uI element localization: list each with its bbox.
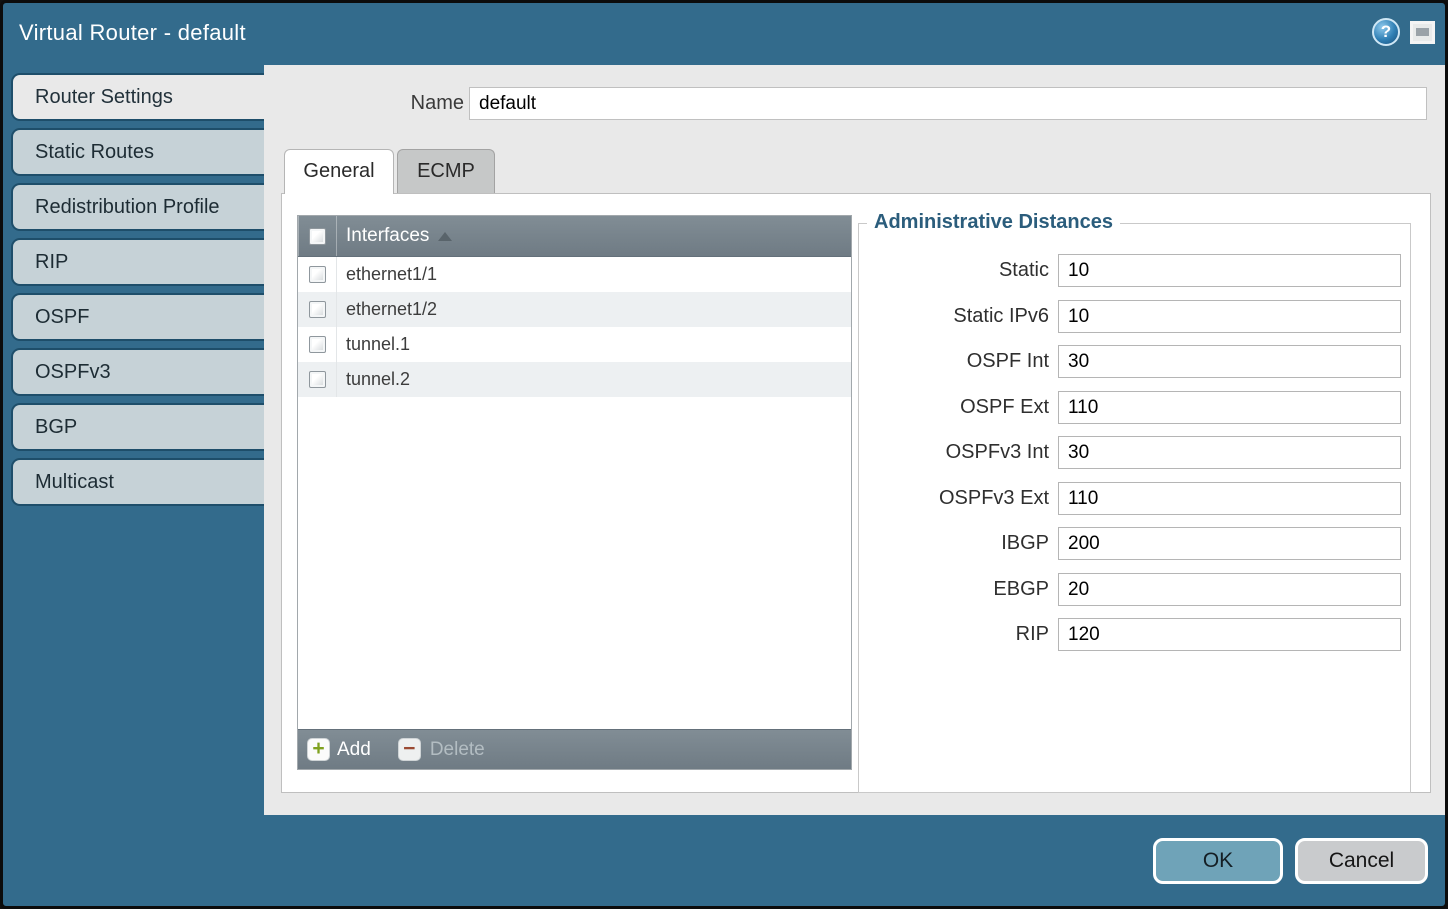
add-button[interactable]: Add xyxy=(337,739,371,761)
row-checkbox[interactable] xyxy=(309,336,326,353)
table-row[interactable]: ethernet1/1 xyxy=(298,257,851,292)
dialog-title: Virtual Router - default xyxy=(19,3,246,63)
interface-name: ethernet1/1 xyxy=(337,264,437,285)
interfaces-header-label: Interfaces xyxy=(337,225,452,247)
ospf-ext-label: OSPF Ext xyxy=(859,391,1049,424)
table-row[interactable]: tunnel.1 xyxy=(298,327,851,362)
field-row: RIP xyxy=(859,618,1410,651)
ospfv3-int-label: OSPFv3 Int xyxy=(859,436,1049,469)
ibgp-label: IBGP xyxy=(859,527,1049,560)
field-row: EBGP xyxy=(859,573,1410,606)
interfaces-column-header[interactable]: Interfaces xyxy=(298,216,851,257)
row-checkbox[interactable] xyxy=(309,371,326,388)
select-all-cell xyxy=(298,216,337,256)
table-row[interactable]: tunnel.2 xyxy=(298,362,851,397)
name-input[interactable] xyxy=(469,87,1427,120)
static-label: Static xyxy=(859,254,1049,287)
sort-ascending-icon xyxy=(438,232,452,241)
interface-name: ethernet1/2 xyxy=(337,299,437,320)
window-restore-icon[interactable] xyxy=(1410,21,1435,44)
field-row: OSPFv3 Int xyxy=(859,436,1410,469)
sidebar-item-router-settings[interactable]: Router Settings xyxy=(11,73,266,121)
static-input[interactable] xyxy=(1058,254,1401,287)
ebgp-label: EBGP xyxy=(859,573,1049,606)
sidebar-item-bgp[interactable]: BGP xyxy=(11,403,266,451)
field-row: OSPFv3 Ext xyxy=(859,482,1410,515)
field-row: OSPF Int xyxy=(859,345,1410,378)
tab-general[interactable]: General xyxy=(284,149,394,194)
row-checkbox[interactable] xyxy=(309,266,326,283)
field-row: IBGP xyxy=(859,527,1410,560)
interface-name: tunnel.2 xyxy=(337,369,410,390)
ospf-ext-input[interactable] xyxy=(1058,391,1401,424)
cancel-button[interactable]: Cancel xyxy=(1295,838,1428,884)
help-icon[interactable]: ? xyxy=(1372,18,1400,46)
ospfv3-int-input[interactable] xyxy=(1058,436,1401,469)
delete-button[interactable]: Delete xyxy=(430,739,485,761)
ospfv3-ext-input[interactable] xyxy=(1058,482,1401,515)
ebgp-input[interactable] xyxy=(1058,573,1401,606)
static-ipv6-label: Static IPv6 xyxy=(859,300,1049,333)
name-label: Name xyxy=(379,87,464,120)
field-row: Static IPv6 xyxy=(859,300,1410,333)
ospfv3-ext-label: OSPFv3 Ext xyxy=(859,482,1049,515)
static-ipv6-input[interactable] xyxy=(1058,300,1401,333)
column-title: Interfaces xyxy=(346,225,429,247)
row-checkbox[interactable] xyxy=(309,301,326,318)
add-icon[interactable]: + xyxy=(307,738,330,761)
title-bar: Virtual Router - default ? xyxy=(3,3,1445,65)
sidebar-item-multicast[interactable]: Multicast xyxy=(11,458,266,506)
interface-name: tunnel.1 xyxy=(337,334,410,355)
interfaces-grid: Interfaces ethernet1/1 ethernet1/2 xyxy=(297,215,852,770)
sidebar-item-redistribution-profile[interactable]: Redistribution Profile xyxy=(11,183,266,231)
sidebar-item-ospf[interactable]: OSPF xyxy=(11,293,266,341)
tab-ecmp[interactable]: ECMP xyxy=(397,149,495,193)
delete-icon[interactable]: − xyxy=(398,738,421,761)
administrative-distances-fieldset: Administrative Distances Static Static I… xyxy=(858,223,1411,793)
ospf-int-input[interactable] xyxy=(1058,345,1401,378)
ospf-int-label: OSPF Int xyxy=(859,345,1049,378)
rip-input[interactable] xyxy=(1058,618,1401,651)
field-row: Static xyxy=(859,254,1410,287)
rip-label: RIP xyxy=(859,618,1049,651)
sidebar-item-static-routes[interactable]: Static Routes xyxy=(11,128,266,176)
general-tab-panel: Interfaces ethernet1/1 ethernet1/2 xyxy=(281,193,1431,793)
sidebar: Router Settings Static Routes Redistribu… xyxy=(11,73,266,513)
grid-toolbar: + Add − Delete xyxy=(298,729,851,769)
table-row[interactable]: ethernet1/2 xyxy=(298,292,851,327)
sidebar-item-ospfv3[interactable]: OSPFv3 xyxy=(11,348,266,396)
field-row: OSPF Ext xyxy=(859,391,1410,424)
ibgp-input[interactable] xyxy=(1058,527,1401,560)
content-panel: Name General ECMP Interfaces xyxy=(264,65,1445,815)
sidebar-item-rip[interactable]: RIP xyxy=(11,238,266,286)
virtual-router-dialog: Virtual Router - default ? Name General … xyxy=(0,0,1448,909)
ok-button[interactable]: OK xyxy=(1153,838,1283,884)
fieldset-legend: Administrative Distances xyxy=(867,211,1120,234)
select-all-checkbox[interactable] xyxy=(309,228,326,245)
